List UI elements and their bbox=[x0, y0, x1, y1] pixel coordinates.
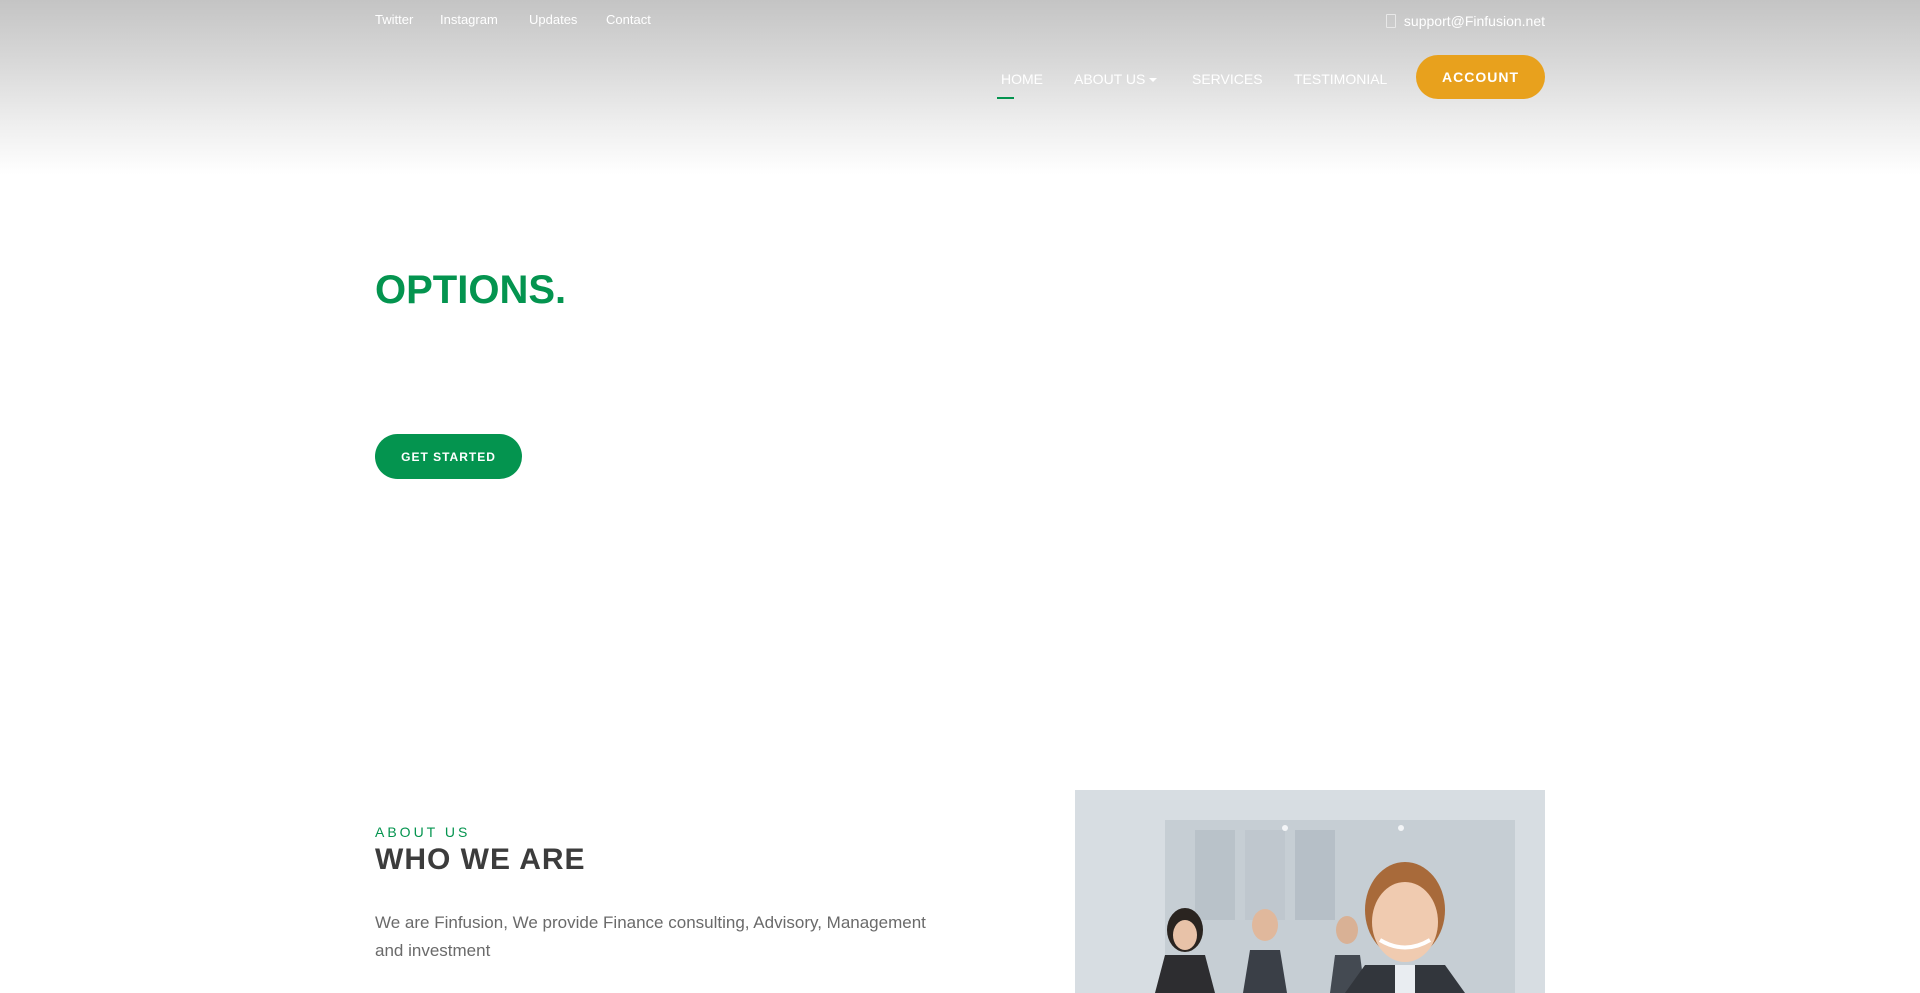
get-started-button[interactable]: GET STARTED bbox=[375, 434, 522, 479]
about-description-more bbox=[375, 980, 945, 993]
instagram-link[interactable]: Instagram bbox=[440, 12, 498, 27]
support-email-text[interactable]: support@Finfusion.net bbox=[1404, 13, 1545, 29]
support-email[interactable]: support@Finfusion.net bbox=[1385, 13, 1545, 29]
twitter-link[interactable]: Twitter bbox=[375, 12, 413, 27]
about-description: We are Finfusion, We provide Finance con… bbox=[375, 913, 926, 960]
nav-about-us-label[interactable]: ABOUT US bbox=[1074, 71, 1145, 87]
nav-services[interactable]: SERVICES bbox=[1192, 71, 1263, 87]
envelope-icon bbox=[1385, 14, 1396, 28]
hero-title: OPTIONS. bbox=[375, 268, 567, 312]
nav-active-indicator bbox=[997, 97, 1014, 99]
nav-about-us[interactable]: ABOUT US bbox=[1074, 71, 1158, 87]
chevron-down-icon[interactable] bbox=[1149, 78, 1158, 83]
about-title: WHO WE ARE bbox=[375, 843, 586, 876]
team-photo bbox=[1075, 790, 1545, 993]
site-header: Twitter Instagram Updates Contact suppor… bbox=[0, 0, 1920, 175]
account-button[interactable]: ACCOUNT bbox=[1416, 55, 1545, 99]
updates-link[interactable]: Updates bbox=[529, 12, 577, 27]
contact-link[interactable]: Contact bbox=[606, 12, 651, 27]
team-photo-illustration bbox=[1075, 790, 1545, 993]
nav-home[interactable]: HOME bbox=[1001, 71, 1043, 87]
about-kicker: ABOUT US bbox=[375, 824, 471, 840]
nav-testimonial[interactable]: TESTIMONIAL bbox=[1294, 71, 1387, 87]
